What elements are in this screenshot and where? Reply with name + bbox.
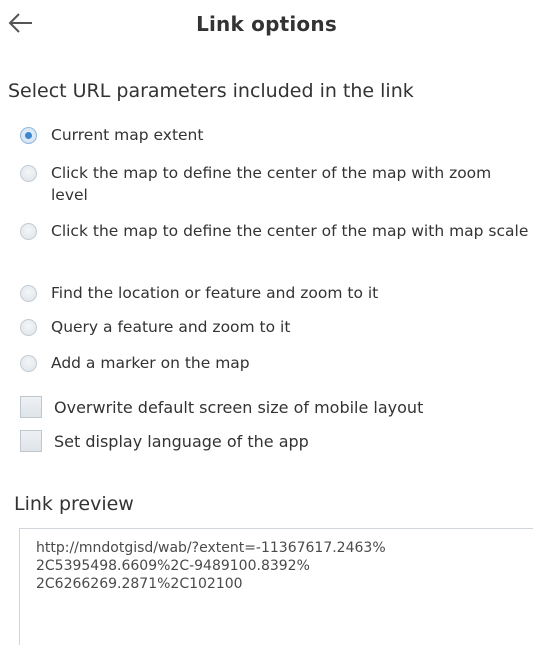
option-find-location[interactable]: Find the location or feature and zoom to… <box>20 282 378 304</box>
header: Link options <box>0 0 533 50</box>
option-label: Click the map to define the center of th… <box>51 222 529 240</box>
option-label: Query a feature and zoom to it <box>51 318 291 336</box>
option-label: Add a marker on the map <box>51 354 250 372</box>
radio-button[interactable] <box>20 319 37 336</box>
option-add-marker[interactable]: Add a marker on the map <box>20 352 250 374</box>
option-label: Find the location or feature and zoom to… <box>51 284 379 302</box>
link-options-panel: Link options Select URL parameters inclu… <box>0 0 533 645</box>
checkbox-label: Overwrite default screen size of mobile … <box>54 397 424 417</box>
checkbox-overwrite-screen-size[interactable]: Overwrite default screen size of mobile … <box>20 396 423 418</box>
checkbox-label: Set display language of the app <box>54 431 309 451</box>
link-preview-heading: Link preview <box>14 493 134 515</box>
option-label: Click the map to define the center of th… <box>51 164 492 204</box>
option-query-feature[interactable]: Query a feature and zoom to it <box>20 316 290 338</box>
radio-button[interactable] <box>20 165 37 182</box>
checkbox[interactable] <box>20 430 42 452</box>
option-center-zoom-level[interactable]: Click the map to define the center of th… <box>20 162 521 206</box>
radio-button[interactable] <box>20 127 37 144</box>
page-title: Link options <box>196 12 337 36</box>
radio-button[interactable] <box>20 355 37 372</box>
option-center-map-scale[interactable]: Click the map to define the center of th… <box>20 220 528 242</box>
params-heading: Select URL parameters included in the li… <box>8 80 414 102</box>
option-label: Current map extent <box>51 126 204 144</box>
radio-button[interactable] <box>20 223 37 240</box>
option-current-map-extent[interactable]: Current map extent <box>20 124 203 146</box>
checkbox-display-language[interactable]: Set display language of the app <box>20 430 309 452</box>
link-preview-textarea[interactable]: http://mndotgisd/wab/?extent=-11367617.2… <box>19 528 533 645</box>
radio-button[interactable] <box>20 285 37 302</box>
checkbox[interactable] <box>20 396 42 418</box>
